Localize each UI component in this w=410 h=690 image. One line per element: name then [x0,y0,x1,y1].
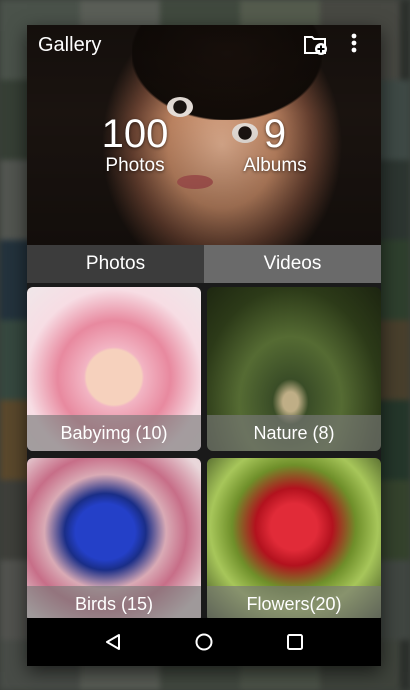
album-tile-babyimg[interactable]: Babyimg (10) [27,287,201,451]
app-title: Gallery [38,34,102,56]
recents-icon[interactable] [282,629,308,655]
tab-bar: Photos Videos [27,245,381,283]
album-label: Nature (8) [207,415,381,451]
photos-count: 100 [101,112,169,156]
system-nav-bar [27,618,381,666]
album-tile-birds[interactable]: Birds (15) [27,458,201,622]
tab-videos[interactable]: Videos [204,245,381,283]
app-bar: Gallery [27,25,381,65]
album-label: Flowers(20) [207,586,381,622]
album-tile-nature[interactable]: Nature (8) [207,287,381,451]
albums-stat: 9 Albums [227,113,323,177]
folder-add-icon[interactable] [303,33,329,57]
tab-photos[interactable]: Photos [27,245,204,283]
photos-stat: 100 Photos [93,113,177,177]
album-label: Birds (15) [27,586,201,622]
albums-count: 9 [263,112,287,156]
gallery-screen: Gallery 100 Photos 9 Albums Photos Video… [27,25,381,666]
more-vert-icon[interactable] [344,31,364,57]
home-icon[interactable] [191,629,217,655]
back-icon[interactable] [100,629,126,655]
photos-stat-label: Photos [105,155,165,176]
album-label: Babyimg (10) [27,415,201,451]
album-tile-flowers[interactable]: Flowers(20) [207,458,381,622]
albums-stat-label: Albums [243,155,307,176]
